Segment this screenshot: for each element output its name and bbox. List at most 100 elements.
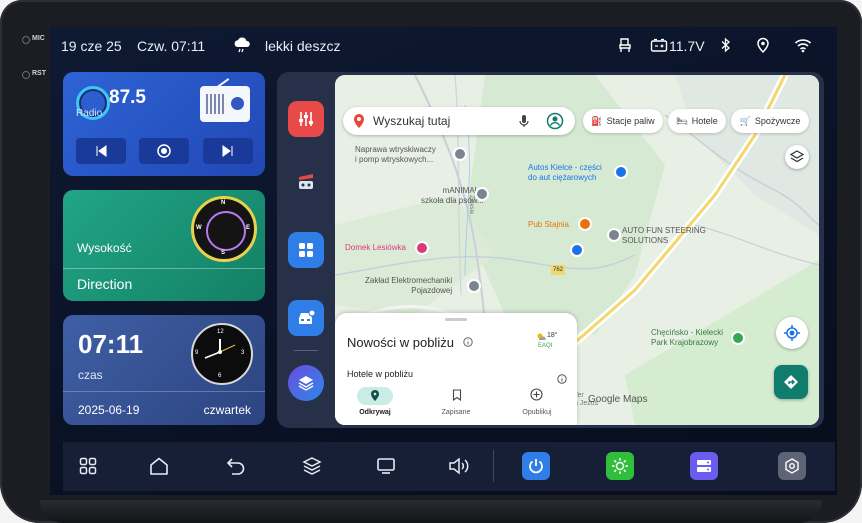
- volume-icon[interactable]: [445, 452, 473, 480]
- microphone-icon[interactable]: [519, 114, 529, 128]
- quick-apps-column: [286, 72, 326, 422]
- compass-widget[interactable]: N E S W Wysokość Direction: [63, 190, 265, 301]
- directions-button[interactable]: [774, 365, 808, 399]
- fuel-icon: ⛽: [591, 115, 603, 126]
- poi-pub-stajnia[interactable]: Pub Stajnia: [528, 220, 569, 230]
- cart-icon: 🛒: [739, 115, 751, 126]
- explore-pin-icon: [371, 390, 379, 401]
- poi-pin: [453, 147, 467, 161]
- previous-station-button[interactable]: [76, 138, 126, 164]
- storage-icon[interactable]: [690, 452, 718, 480]
- equalizer-icon[interactable]: [288, 101, 324, 137]
- air-quality: EAQI: [538, 343, 553, 349]
- power-icon[interactable]: [522, 452, 550, 480]
- search-placeholder: Wyszukaj tutaj: [373, 114, 451, 128]
- tab-contribute-label[interactable]: Opublikuj: [515, 409, 559, 416]
- sheet-handle[interactable]: [445, 318, 467, 321]
- sheet-title: Nowości w pobliżu: [347, 335, 454, 350]
- car-monitor-icon[interactable]: [288, 300, 324, 336]
- nearby-sheet[interactable]: Nowości w pobliżu 18° EAQI Hotele w pobl…: [335, 313, 577, 425]
- mic-indicator: [22, 36, 30, 44]
- status-weekday-time: Czw. 07:11: [137, 38, 206, 54]
- svg-text:6: 6: [218, 373, 222, 379]
- temperature: 18°: [547, 332, 558, 339]
- apps-icon[interactable]: [74, 452, 102, 480]
- poi-pin: [467, 279, 481, 293]
- tab-saved-label[interactable]: Zapisane: [434, 409, 478, 416]
- compass-icon: N E S W: [191, 196, 257, 262]
- car-settings-icon[interactable]: [288, 164, 324, 200]
- layers-app-icon[interactable]: [288, 365, 324, 401]
- map-search-bar[interactable]: Wyszukaj tutaj: [343, 107, 575, 135]
- poi-autos-kielce[interactable]: Autos Kielce - części do aut ciężarowych: [528, 163, 602, 183]
- chip-groceries[interactable]: 🛒 Spożywcze: [731, 109, 809, 133]
- home-icon[interactable]: [145, 452, 173, 480]
- map-layers-icon: [790, 150, 804, 163]
- add-circle-icon[interactable]: [530, 388, 543, 401]
- analog-clock-icon: 12 3 6 9: [191, 323, 253, 385]
- bed-icon: 🛏: [676, 115, 688, 126]
- altitude-label: Wysokość: [77, 241, 132, 255]
- layers-icon[interactable]: [298, 452, 326, 480]
- radio-frequency: 87.5: [109, 87, 146, 108]
- layers-button[interactable]: [785, 145, 809, 169]
- road-number: 762: [551, 265, 566, 275]
- chip-fuel-stations[interactable]: ⛽ Stacje paliw: [583, 109, 663, 133]
- tab-explore[interactable]: [357, 387, 393, 405]
- direction-label: Direction: [77, 276, 133, 292]
- status-date: 19 cze 25: [61, 38, 122, 54]
- screen-icon[interactable]: [372, 452, 400, 480]
- radio-icon: [200, 86, 250, 122]
- settings-icon[interactable]: [778, 452, 806, 480]
- battery-icon: [650, 37, 668, 56]
- recenter-button[interactable]: [776, 317, 808, 349]
- tab-explore-label[interactable]: Odkrywaj: [353, 409, 397, 416]
- bookmark-icon[interactable]: [452, 389, 462, 401]
- svg-text:12: 12: [217, 329, 224, 335]
- apps-grid-icon[interactable]: [288, 232, 324, 268]
- next-station-button[interactable]: [203, 138, 253, 164]
- google-map[interactable]: Wyszukaj tutaj ⛽ Stacje paliw 🛏 Hotele 🛒 Sp…: [335, 75, 819, 425]
- head-unit-screen: 19 cze 25 Czw. 07:11 lekki deszcz 11.7V …: [50, 27, 837, 495]
- poi-zaklad-elektromechaniki[interactable]: Zakład Elektromechaniki Pojazdowej: [365, 276, 452, 296]
- poi-domek-lesiowka[interactable]: Domek Lesiówka: [345, 243, 406, 253]
- status-bar: 19 cze 25 Czw. 07:11 lekki deszcz 11.7V: [50, 27, 837, 65]
- dock-divider: [493, 450, 494, 482]
- seat-icon: [618, 37, 632, 56]
- poi-pin: [415, 241, 429, 255]
- wifi-icon: [794, 37, 812, 56]
- maps-pin-icon: [354, 114, 364, 128]
- clock-date: 2025-06-19: [78, 403, 140, 417]
- chip-hotels[interactable]: 🛏 Hotele: [668, 109, 726, 133]
- poi-pin: [475, 187, 489, 201]
- current-location-dot: [570, 243, 584, 257]
- status-weather: lekki deszcz: [265, 38, 341, 54]
- poi-pin: [614, 165, 628, 179]
- device-bezel-bottom: [40, 500, 822, 523]
- reset-indicator: [22, 71, 30, 79]
- back-icon[interactable]: [222, 452, 250, 480]
- svg-text:9: 9: [195, 350, 199, 356]
- clock-day: czwartek: [203, 403, 251, 417]
- my-location-icon: [784, 325, 800, 341]
- poi-auto-fun-steering[interactable]: AUTO FUN STEERING SOLUTIONS: [622, 226, 706, 246]
- clock-widget[interactable]: 07:11 czas 12 3 6 9 2025-06-19 czwartek: [63, 315, 265, 425]
- record-icon: [157, 144, 171, 158]
- reset-label[interactable]: RST: [32, 70, 46, 77]
- poi-pin: [607, 228, 621, 242]
- info-icon[interactable]: [557, 374, 567, 384]
- skip-forward-icon: [222, 145, 233, 157]
- poi-park-krajobrazowy[interactable]: Chęcińsko - Kielecki Park Krajobrazowy: [651, 328, 723, 348]
- street-zalesie: Zalesie: [468, 195, 474, 215]
- scan-button[interactable]: [139, 138, 189, 164]
- account-icon[interactable]: [546, 112, 564, 130]
- clock-label: czas: [78, 368, 103, 382]
- brightness-icon[interactable]: [606, 452, 634, 480]
- poi-injector-repair[interactable]: Naprawa wtryskiwaczy i pomp wtryskowych.…: [355, 145, 436, 165]
- poi-pin: [578, 217, 592, 231]
- directions-icon: [784, 375, 798, 389]
- status-voltage: 11.7V: [669, 38, 705, 54]
- radio-widget[interactable]: 87.5 Radio: [63, 72, 265, 176]
- mic-label: MIC: [32, 35, 45, 42]
- info-icon[interactable]: [463, 337, 473, 347]
